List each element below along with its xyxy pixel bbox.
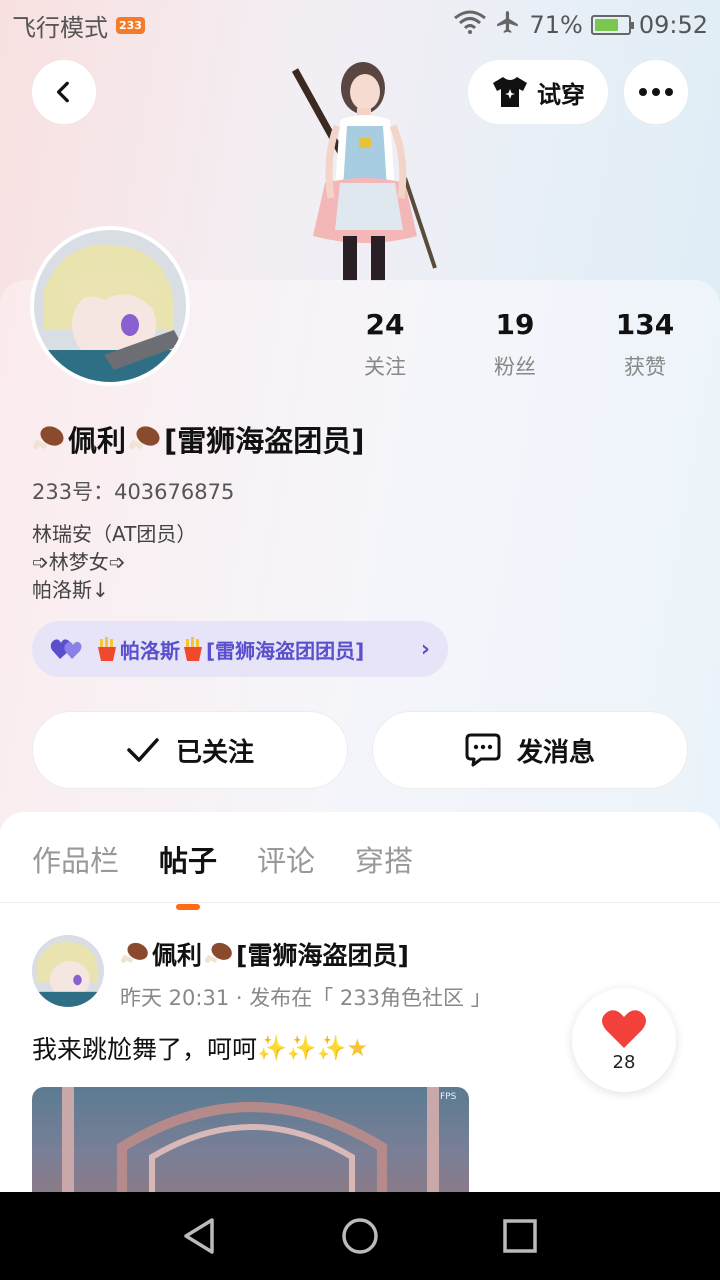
more-options-button[interactable]: [624, 60, 688, 124]
chevron-left-icon: [56, 81, 69, 103]
follow-button[interactable]: 已关注: [32, 711, 348, 789]
post-author-name-text: 佩利: [152, 941, 203, 970]
profile-name-text: 佩利: [68, 424, 127, 458]
tab-divider: [0, 902, 720, 903]
relationship-tag-label: 帕洛斯 [雷狮海盗团团员]: [96, 635, 364, 664]
stat-likes-count: 134: [615, 308, 675, 341]
post-meta: 昨天 20:31 · 发布在「 233角色社区 」: [120, 986, 492, 1010]
post-avatar-image: [32, 935, 104, 1007]
profile-stats: 24 关注 19 粉丝 134 获赞: [320, 308, 710, 381]
stat-following-count: 24: [365, 308, 405, 341]
more-dots-icon: [639, 88, 673, 96]
heart-icon: [602, 1009, 646, 1048]
meat-drumstick-icon: [204, 942, 232, 964]
fries-icon: [98, 637, 116, 661]
try-on-label: 试穿: [537, 80, 585, 109]
system-navigation-bar: [0, 1192, 720, 1280]
chevron-right-icon: ›: [420, 636, 430, 662]
bio-line: 帕洛斯↓: [32, 578, 109, 602]
relationship-tag-button[interactable]: 帕洛斯 [雷狮海盗团团员] ›: [32, 621, 448, 677]
relationship-suffix: [雷狮海盗团团员]: [206, 638, 365, 663]
post-text-content: 我来跳尬舞了，呵呵: [32, 1035, 258, 1064]
airplane-icon: [495, 9, 521, 41]
stat-likes[interactable]: 134 获赞: [580, 308, 710, 381]
checkmark-icon: [127, 738, 159, 762]
nav-home-icon[interactable]: [340, 1216, 380, 1256]
stat-followers[interactable]: 19 粉丝: [450, 308, 580, 381]
nav-back-icon[interactable]: [180, 1216, 220, 1256]
send-message-label: 发消息: [516, 737, 595, 768]
double-heart-icon: [50, 639, 82, 659]
profile-bio: 林瑞安（AT团员） ➩林梦女➩ 帕洛斯↓: [32, 520, 196, 604]
stat-following[interactable]: 24 关注: [320, 308, 450, 381]
profile-name-suffix: [雷狮海盗团员]: [164, 424, 365, 458]
tshirt-icon: [493, 77, 527, 107]
status-bar: 飞行模式 233 71% 09:52: [0, 0, 720, 50]
clock: 09:52: [638, 11, 708, 39]
post-image[interactable]: FPS: [32, 1087, 469, 1197]
battery-level-fill: [594, 19, 618, 31]
star-icon: ★: [346, 1034, 369, 1062]
stat-following-label: 关注: [364, 355, 406, 379]
wifi-icon: [453, 10, 487, 40]
tab-outfits[interactable]: 穿搭: [355, 838, 413, 880]
stat-followers-label: 粉丝: [494, 355, 536, 379]
avatar-image: [34, 230, 186, 382]
stat-likes-label: 获赞: [624, 355, 666, 379]
like-button[interactable]: 28: [572, 988, 676, 1092]
profile-username: 佩利 [雷狮海盗团员]: [32, 418, 365, 460]
post-author-suffix: [雷狮海盗团员]: [236, 941, 409, 970]
app-233-badge: 233: [116, 16, 145, 34]
fps-overlay-text: FPS: [440, 1092, 457, 1102]
bio-line: 林瑞安（AT团员）: [32, 522, 197, 546]
meat-drumstick-icon: [120, 942, 148, 964]
stat-followers-count: 19: [495, 308, 535, 341]
sparkles-icon: ✨✨✨: [257, 1034, 347, 1062]
relationship-name: 帕洛斯: [120, 638, 180, 663]
battery-icon: [590, 15, 634, 35]
profile-tabs: 作品栏 帖子 评论 穿搭: [32, 838, 413, 880]
tab-works[interactable]: 作品栏: [32, 838, 119, 880]
battery-percent: 71%: [529, 11, 583, 39]
character-avatar-image: [291, 62, 437, 281]
meat-drumstick-icon: [129, 426, 160, 450]
try-on-button[interactable]: 试穿: [468, 60, 608, 124]
back-button[interactable]: [32, 60, 96, 124]
tab-posts[interactable]: 帖子: [159, 838, 217, 880]
meat-drumstick-icon: [33, 426, 64, 450]
airplane-mode-label: 飞行模式: [12, 13, 108, 42]
user-id: 233号：403676875: [32, 480, 235, 504]
chat-bubble-icon: [465, 733, 501, 767]
post-text[interactable]: 我来跳尬舞了，呵呵 ✨✨✨ ★: [32, 1030, 368, 1066]
fries-icon: [184, 637, 202, 661]
follow-label: 已关注: [175, 737, 254, 768]
tab-comments[interactable]: 评论: [257, 838, 315, 880]
post-author-name[interactable]: 佩利 [雷狮海盗团员]: [120, 936, 409, 972]
like-count: 28: [612, 1051, 636, 1073]
post-author-avatar[interactable]: [32, 935, 104, 1007]
nav-recents-icon[interactable]: [500, 1216, 540, 1256]
user-avatar[interactable]: [30, 226, 190, 386]
post-image-content: FPS: [62, 1087, 457, 1197]
send-message-button[interactable]: 发消息: [372, 711, 688, 789]
bio-line: ➩林梦女➩: [32, 550, 126, 574]
